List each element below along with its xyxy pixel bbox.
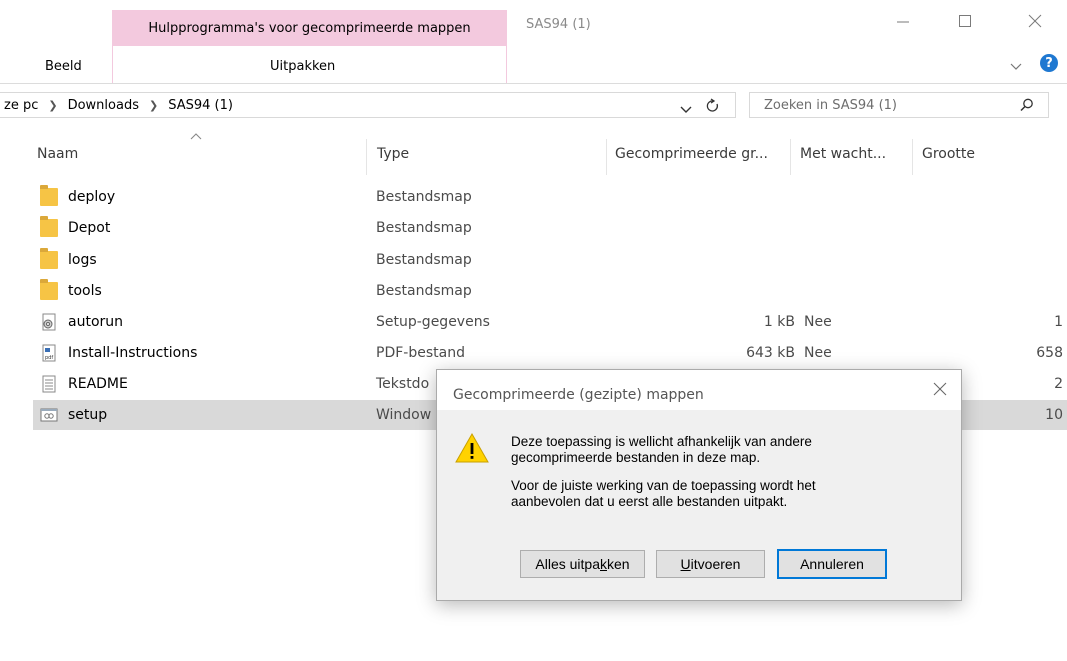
file-password: Nee [804, 345, 832, 361]
close-icon [1028, 14, 1042, 28]
search-icon [1020, 98, 1033, 112]
file-name: logs [68, 252, 97, 268]
file-compressed-size: 643 kB [746, 345, 795, 361]
file-type: Tekstdo [376, 376, 430, 392]
minimize-icon [897, 21, 909, 23]
cancel-button[interactable]: Annuleren [777, 549, 887, 579]
file-type: Window [376, 407, 432, 423]
file-row[interactable]: deploy Bestandsmap [33, 182, 1067, 212]
file-name: autorun [68, 314, 124, 330]
file-name: Install-Instructions [68, 345, 198, 361]
extract-all-label-pre: Alles uitpa [535, 556, 600, 572]
file-name: tools [68, 283, 102, 299]
setup-info-icon [42, 313, 56, 331]
column-divider[interactable] [366, 139, 367, 175]
column-header-type[interactable]: Type [377, 146, 409, 162]
svg-text:pdf: pdf [45, 355, 53, 361]
dialog-message-line: gecomprimeerde bestanden in deze map. [511, 450, 761, 465]
dialog-message-line: Deze toepassing is wellicht afhankelijk … [511, 434, 812, 449]
file-row[interactable]: pdf Install-Instructions PDF-bestand 643… [33, 338, 1067, 368]
column-header-password[interactable]: Met wacht... [800, 146, 886, 162]
tab-uitpakken[interactable]: Uitpakken [270, 59, 335, 74]
extract-all-button[interactable]: Alles uitpa k ken [520, 550, 645, 578]
file-size: 658 [1036, 345, 1063, 361]
address-history-dropdown[interactable] [680, 102, 692, 118]
column-divider[interactable] [912, 139, 913, 175]
file-compressed-size: 1 kB [763, 314, 795, 330]
dialog-message-line: aanbevolen dat u eerst alle bestanden ui… [511, 494, 788, 509]
file-name: setup [68, 407, 108, 423]
folder-icon [40, 279, 58, 300]
extract-all-accelerator: k [600, 556, 607, 572]
application-icon [40, 408, 58, 422]
window-title: SAS94 (1) [526, 17, 591, 32]
chevron-down-icon [680, 106, 692, 113]
folder-icon [40, 248, 58, 269]
breadcrumb-item-this-pc[interactable]: ze pc [4, 98, 38, 113]
column-header-name[interactable]: Naam [37, 146, 78, 162]
tab-beeld[interactable]: Beeld [45, 59, 82, 74]
extract-all-label-post: ken [607, 556, 630, 572]
file-row[interactable]: logs Bestandsmap [33, 245, 1067, 275]
pdf-icon: pdf [42, 344, 56, 362]
file-type: Bestandsmap [376, 220, 472, 236]
file-name: Depot [68, 220, 111, 236]
address-row: ze pc ❯ Downloads ❯ SAS94 (1) Zoeken in … [0, 85, 1067, 129]
sort-ascending-icon [190, 133, 202, 140]
dialog-message-line: Voor de juiste werking van de toepassing… [511, 478, 816, 493]
run-label-post: itvoeren [690, 556, 741, 572]
file-size: 1 [1054, 314, 1063, 330]
dialog-title: Gecomprimeerde (gezipte) mappen [453, 387, 704, 403]
warning-icon [455, 432, 489, 463]
file-size: 2 [1054, 376, 1063, 392]
file-type: Bestandsmap [376, 189, 472, 205]
run-accelerator: U [680, 556, 691, 572]
file-type: Bestandsmap [376, 252, 472, 268]
close-window-button[interactable] [1012, 6, 1058, 36]
ribbon-expand-button[interactable] [1010, 59, 1022, 75]
column-header-compressed-size[interactable]: Gecomprimeerde gr... [615, 146, 768, 162]
breadcrumb-separator-icon: ❯ [148, 98, 159, 112]
chevron-down-icon [1010, 63, 1022, 70]
refresh-icon [706, 98, 719, 112]
close-icon [933, 382, 947, 396]
help-icon[interactable]: ? [1040, 54, 1058, 72]
maximize-icon [959, 15, 971, 27]
run-button[interactable]: Uitvoeren [656, 550, 765, 578]
breadcrumb-item-current[interactable]: SAS94 (1) [168, 98, 233, 113]
file-row[interactable]: Depot Bestandsmap [33, 213, 1067, 243]
minimize-button[interactable] [880, 6, 926, 36]
file-password: Nee [804, 314, 832, 330]
file-size: 10 [1045, 407, 1063, 423]
contextual-tab-group-label: Hulpprogramma's voor gecomprimeerde mapp… [112, 10, 507, 46]
breadcrumb-separator-icon: ❯ [48, 98, 58, 112]
file-row[interactable]: autorun Setup-gegevens 1 kB Nee 1 [33, 307, 1067, 337]
cancel-label: Annuleren [800, 556, 864, 572]
text-file-icon [42, 375, 56, 393]
folder-icon [40, 185, 58, 206]
search-input[interactable]: Zoeken in SAS94 (1) [749, 92, 1049, 118]
file-name: README [68, 376, 128, 392]
dialog-close-button[interactable] [933, 382, 947, 400]
maximize-button[interactable] [942, 6, 988, 36]
file-type: PDF-bestand [376, 345, 465, 361]
file-name: deploy [68, 189, 116, 205]
refresh-button[interactable] [706, 98, 720, 118]
search-placeholder: Zoeken in SAS94 (1) [764, 97, 898, 113]
breadcrumb[interactable]: ze pc ❯ Downloads ❯ SAS94 (1) [0, 92, 736, 118]
file-row[interactable]: tools Bestandsmap [33, 276, 1067, 306]
breadcrumb-item-downloads[interactable]: Downloads [68, 98, 139, 113]
column-divider[interactable] [790, 139, 791, 175]
column-header-size[interactable]: Grootte [922, 146, 975, 162]
file-type: Bestandsmap [376, 283, 472, 299]
column-divider[interactable] [606, 139, 607, 175]
folder-icon [40, 216, 58, 237]
file-type: Setup-gegevens [376, 314, 490, 330]
